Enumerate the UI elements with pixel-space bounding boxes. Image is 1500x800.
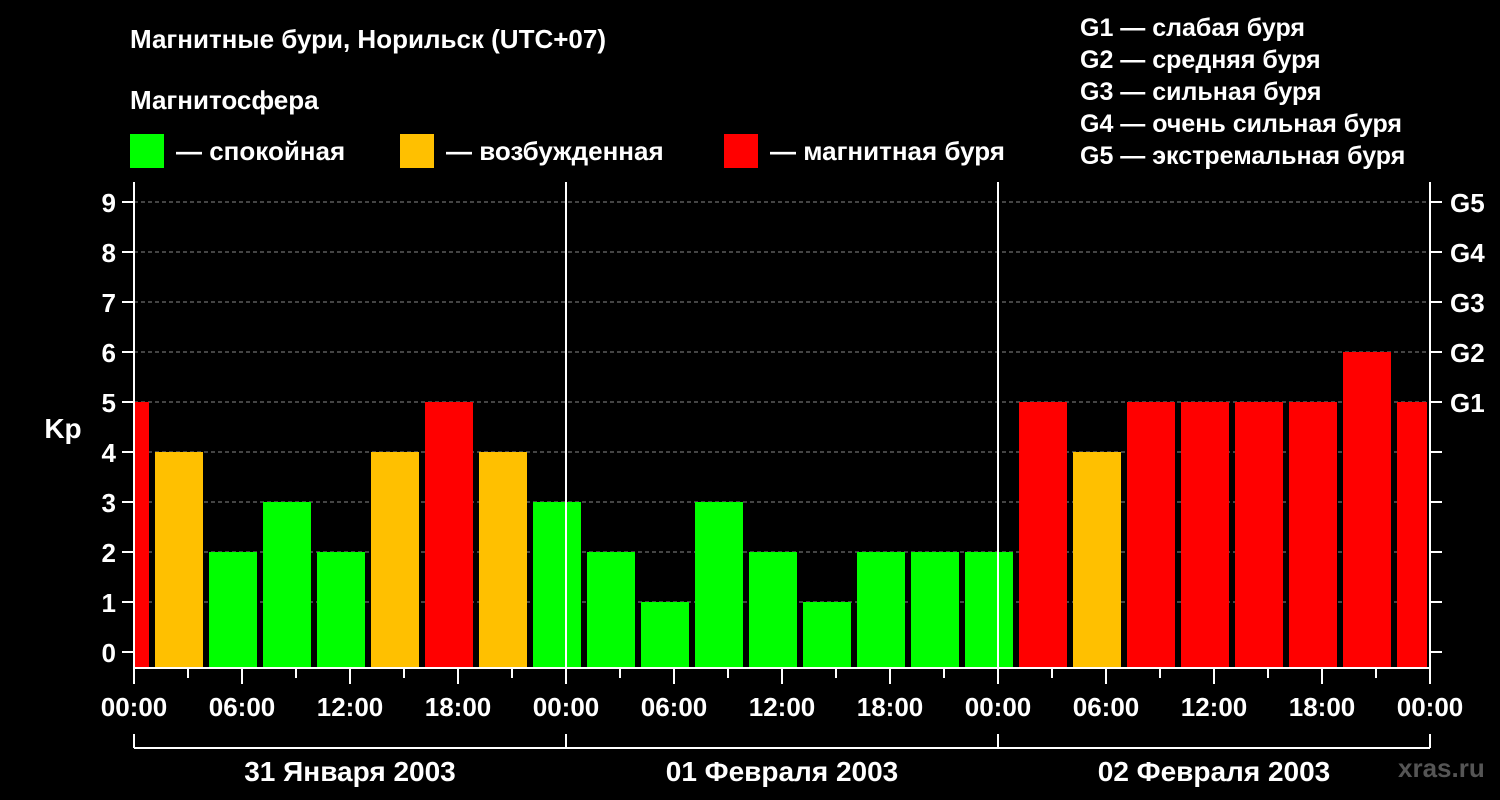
- x-tick-label: 18:00: [425, 692, 492, 722]
- y-tick-label: 2: [102, 538, 116, 568]
- kp-bar: [641, 602, 689, 668]
- kp-bar: [587, 552, 635, 668]
- kp-bar: [209, 552, 257, 668]
- y-tick-label: 3: [102, 488, 116, 518]
- kp-bar: [1019, 402, 1067, 668]
- x-tick-label: 06:00: [209, 692, 276, 722]
- x-tick-label: 12:00: [317, 692, 384, 722]
- y-tick-label: 7: [102, 288, 116, 318]
- kp-bar: [695, 502, 743, 668]
- day-label: 02 Февраля 2003: [1098, 756, 1330, 787]
- x-tick-label: 00:00: [1397, 692, 1464, 722]
- x-tick-label: 18:00: [857, 692, 924, 722]
- x-tick-label: 12:00: [1181, 692, 1248, 722]
- x-tick-label: 00:00: [965, 692, 1032, 722]
- g-scale-label: G4: [1450, 238, 1485, 268]
- kp-bar: [911, 552, 959, 668]
- kp-bar: [263, 502, 311, 668]
- y-tick-label: 1: [102, 588, 116, 618]
- kp-bar: [533, 502, 581, 668]
- kp-bar: [1343, 352, 1391, 668]
- y-tick-label: 0: [102, 638, 116, 668]
- kp-bar: [317, 552, 365, 668]
- kp-bar: [479, 452, 527, 668]
- kp-bar: [965, 552, 1013, 668]
- kp-bar: [1181, 402, 1229, 668]
- y-axis-label: Kp: [44, 413, 81, 444]
- kp-bar: [155, 452, 203, 668]
- g-scale-label: G1: [1450, 388, 1485, 418]
- kp-bar: [1289, 402, 1337, 668]
- day-label: 01 Февраля 2003: [666, 756, 898, 787]
- kp-bar: [803, 602, 851, 668]
- y-tick-label: 5: [102, 388, 116, 418]
- watermark: xras.ru: [1398, 753, 1485, 783]
- y-tick-label: 9: [102, 188, 116, 218]
- kp-bar: [1235, 402, 1283, 668]
- y-tick-label: 8: [102, 238, 116, 268]
- kp-bar: [1397, 402, 1427, 668]
- kp-bar: [1127, 402, 1175, 668]
- x-tick-label: 00:00: [533, 692, 600, 722]
- kp-bar: [371, 452, 419, 668]
- g-scale-label: G5: [1450, 188, 1485, 218]
- y-tick-label: 4: [102, 438, 117, 468]
- y-tick-label: 6: [102, 338, 116, 368]
- kp-bar: [425, 402, 473, 668]
- x-tick-label: 06:00: [641, 692, 708, 722]
- x-tick-label: 00:00: [101, 692, 168, 722]
- kp-bar-chart: 0 1 2 3 4 5 6 7 8 9 G1 G2 G3 G4 G5 00:00 06:00 12:00 18:00…: [44, 182, 1485, 787]
- x-tick-label: 18:00: [1289, 692, 1356, 722]
- day-label: 31 Января 2003: [244, 756, 456, 787]
- kp-bar: [135, 402, 149, 668]
- x-tick-label: 06:00: [1073, 692, 1140, 722]
- g-scale-label: G2: [1450, 338, 1485, 368]
- g-scale-label: G3: [1450, 288, 1485, 318]
- kp-bar: [1073, 452, 1121, 668]
- x-tick-label: 12:00: [749, 692, 816, 722]
- kp-bar: [857, 552, 905, 668]
- kp-bar: [749, 552, 797, 668]
